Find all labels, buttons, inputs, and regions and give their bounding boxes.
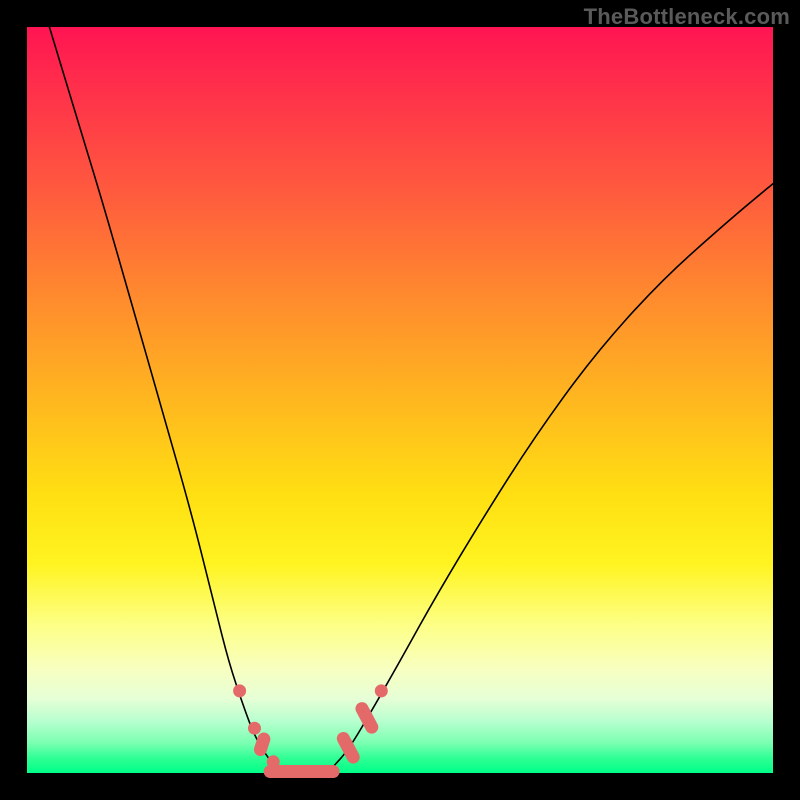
chart-frame: TheBottleneck.com [0,0,800,800]
marker-pill [353,700,380,736]
marker-dot [248,722,261,735]
bottleneck-curve [49,27,773,772]
plot-area [27,27,773,773]
marker-dot [233,684,246,697]
curve-layer [27,27,773,773]
marker-pill-floor [264,765,340,778]
curve-markers [233,684,388,778]
marker-dot [375,684,388,697]
